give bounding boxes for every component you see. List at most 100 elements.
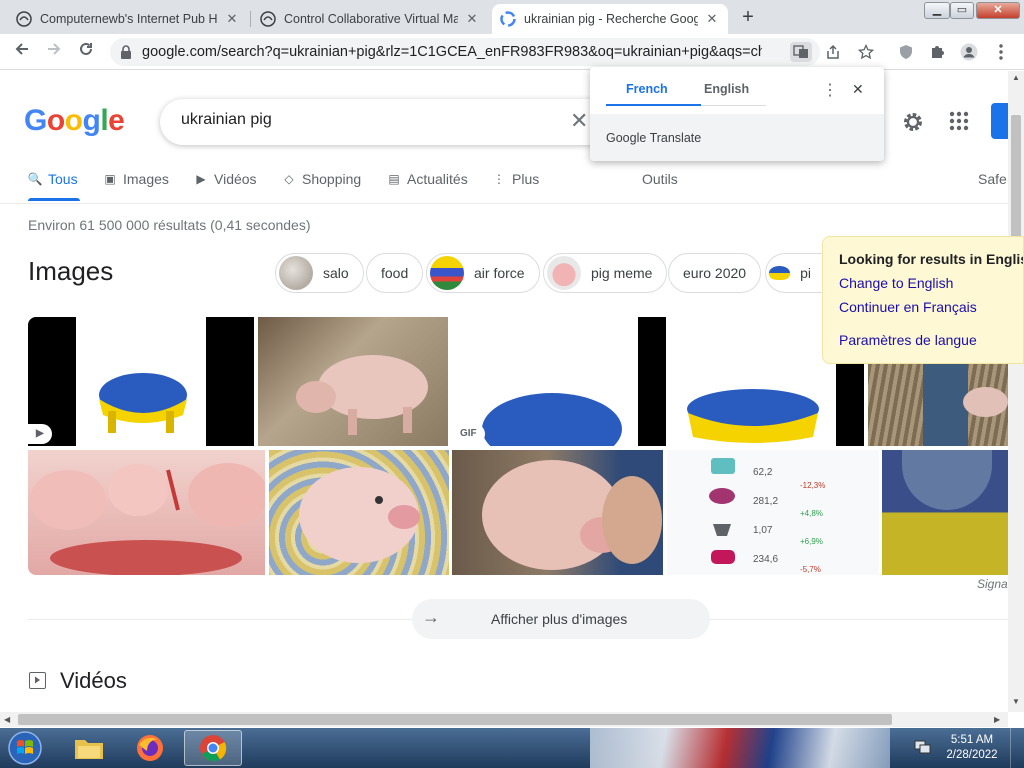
taskbar-chrome[interactable]	[184, 730, 242, 766]
clock-time: 5:51 AM	[950, 734, 994, 746]
image-result[interactable]	[269, 450, 449, 575]
vertical-scrollbar[interactable]: ▲ ▼	[1008, 71, 1024, 712]
image-result[interactable]: ▶	[28, 317, 254, 446]
firefox-icon	[137, 735, 163, 761]
chip-air-force[interactable]: air force	[426, 253, 540, 293]
infographic-value: 62,2	[753, 467, 773, 478]
reload-icon	[80, 42, 92, 55]
forward-button[interactable]	[42, 41, 66, 63]
tab-control-vm[interactable]: Control Collaborative Virtual Ma ✕	[252, 4, 488, 34]
tab-all[interactable]: 🔍 Tous	[28, 171, 78, 187]
vm-icon	[260, 11, 276, 27]
close-tab-icon[interactable]: ✕	[464, 11, 480, 27]
share-icon[interactable]	[822, 42, 844, 62]
new-tab-button[interactable]: +	[735, 6, 761, 30]
maximize-button[interactable]: ▭	[950, 2, 974, 19]
close-tab-icon[interactable]: ✕	[224, 11, 240, 27]
more-vertical-icon[interactable]: ⋮	[822, 80, 838, 100]
image-result[interactable]	[452, 450, 663, 575]
tab-images[interactable]: ▣ Images	[103, 171, 169, 187]
piglet-photo	[299, 467, 420, 563]
close-tab-icon[interactable]: ✕	[704, 11, 720, 27]
browser-menu-icon[interactable]	[990, 42, 1012, 62]
lang-french-tab[interactable]: French	[626, 82, 668, 96]
infographic-change: -12,3%	[800, 481, 826, 490]
search-input[interactable]: ukrainian pig	[181, 111, 272, 129]
active-lang-indicator	[606, 104, 701, 106]
ukraine-pig-silhouette	[99, 373, 187, 433]
back-button[interactable]	[10, 41, 34, 63]
language-suggestion-panel: Looking for results in English? Change t…	[822, 236, 1024, 364]
scroll-down-icon[interactable]: ▼	[1012, 697, 1020, 706]
image-source-caption[interactable]: Signa	[977, 577, 1008, 591]
chrome-icon	[200, 735, 227, 762]
extensions-puzzle-icon[interactable]	[926, 42, 948, 62]
chip-euro-2020[interactable]: euro 2020	[668, 253, 762, 293]
tab-news[interactable]: ▤ Actualités	[387, 171, 467, 187]
start-button[interactable]	[4, 730, 50, 766]
scroll-right-icon[interactable]: ▶	[994, 715, 1000, 724]
ukraine-pig-silhouette	[687, 389, 819, 443]
chip-food[interactable]: food	[366, 253, 424, 293]
tab-google-search[interactable]: ukrainian pig - Recherche Google ✕	[492, 4, 728, 34]
shield-extension-icon[interactable]	[895, 42, 917, 62]
video-badge: ▶	[28, 424, 52, 444]
gif-badge: GIF	[452, 424, 485, 444]
show-more-images-button[interactable]: → Afficher plus d'images	[412, 599, 710, 639]
taskbar-file-explorer[interactable]	[63, 730, 115, 766]
image-result[interactable]	[28, 450, 265, 575]
images-heading[interactable]: Images	[28, 256, 113, 287]
chip-more[interactable]: pi	[765, 253, 825, 293]
url-text[interactable]: google.com/search?q=ukrainian+pig&rlz=1C…	[142, 44, 762, 60]
infographic-change: +6,9%	[800, 537, 823, 546]
continue-in-french-link[interactable]: Continuer en Français	[839, 299, 977, 315]
search-box[interactable]: ukrainian pig ✕	[160, 99, 620, 145]
taskbar-firefox[interactable]	[124, 730, 176, 766]
network-icon[interactable]	[914, 739, 932, 760]
image-result[interactable]	[258, 317, 448, 446]
lang-english-tab[interactable]: English	[704, 82, 749, 96]
language-panel-title: Looking for results in English?	[839, 251, 1023, 267]
image-result[interactable]	[882, 450, 1008, 575]
lock-icon[interactable]	[120, 45, 132, 64]
change-to-english-link[interactable]: Change to English	[839, 275, 953, 291]
minimize-button[interactable]: ▁	[924, 2, 950, 19]
chip-pig-meme[interactable]: pig meme	[543, 253, 668, 293]
scroll-up-icon[interactable]: ▲	[1012, 73, 1020, 82]
safesearch-label[interactable]: Safe	[978, 171, 1007, 187]
address-bar[interactable]: google.com/search?q=ukrainian+pig&rlz=1C…	[110, 38, 820, 66]
tools-button[interactable]: Outils	[642, 171, 678, 187]
chip-thumbnail	[769, 266, 791, 280]
bookmark-star-icon[interactable]	[855, 42, 877, 62]
show-desktop-button[interactable]	[1010, 728, 1024, 768]
profile-avatar-icon[interactable]	[958, 42, 980, 62]
google-logo[interactable]: Google	[24, 104, 125, 138]
tab-videos[interactable]: ▶ Vidéos	[194, 171, 257, 187]
logo-letter: G	[24, 104, 47, 137]
translate-icon[interactable]	[790, 42, 812, 62]
image-result[interactable]: GIF	[452, 317, 636, 446]
scroll-left-icon[interactable]: ◀	[4, 715, 10, 724]
google-apps-icon[interactable]	[949, 111, 969, 131]
tab-more[interactable]: ⋮ Plus	[492, 171, 539, 187]
logo-letter: e	[108, 104, 125, 137]
tab-shopping[interactable]: ◇ Shopping	[282, 171, 361, 187]
chip-label: pi	[800, 265, 811, 281]
scrollbar-thumb[interactable]	[1011, 115, 1021, 255]
gear-icon[interactable]	[901, 110, 925, 134]
videos-heading[interactable]: Vidéos	[60, 668, 127, 694]
reload-button[interactable]	[74, 41, 98, 63]
video-icon: ▶	[196, 172, 206, 186]
language-settings-link[interactable]: Paramètres de langue	[839, 332, 977, 348]
chip-salo[interactable]: salo	[275, 253, 364, 293]
tab-computernewb[interactable]: Computernewb's Internet Pub Hu ✕	[8, 4, 248, 34]
scrollbar-thumb[interactable]	[18, 714, 892, 725]
tab-label: Vidéos	[214, 171, 257, 187]
window-close-button[interactable]: ✕	[976, 2, 1020, 19]
image-result[interactable]: 62,2 281,2 1,07 234,6 -12,3% +4,8% +6,9%…	[667, 450, 879, 575]
chip-label: euro 2020	[683, 265, 747, 281]
clear-search-icon[interactable]: ✕	[570, 108, 588, 134]
system-clock[interactable]: 5:51 AM 2/28/2022	[944, 733, 1000, 763]
close-icon[interactable]: ✕	[852, 81, 864, 98]
horizontal-scrollbar[interactable]: ◀ ▶	[0, 712, 1008, 727]
